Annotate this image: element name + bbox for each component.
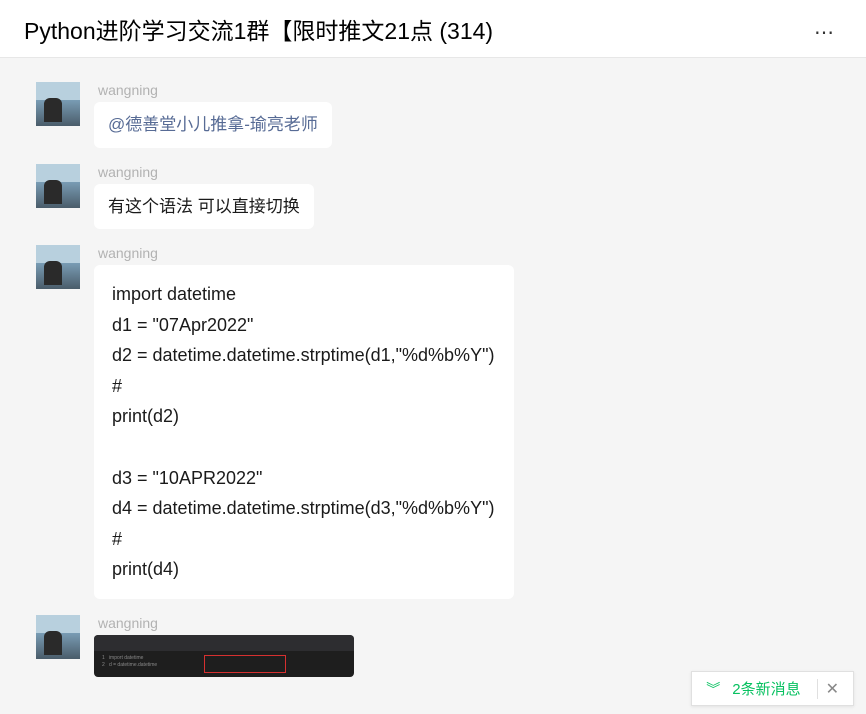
double-arrow-down-icon: ︾	[706, 679, 720, 699]
chat-title: Python进阶学习交流1群【限时推文21点 (314)	[24, 12, 493, 46]
message-row: wangning import datetime d1 = "07Apr2022…	[0, 237, 866, 607]
message-content: wangning @德善堂小儿推拿-瑜亮老师	[94, 82, 332, 148]
username-label: wangning	[98, 245, 514, 261]
new-message-notification[interactable]: ︾ 2条新消息 ✕	[691, 671, 854, 706]
message-content: wangning import datetime d1 = "07Apr2022…	[94, 245, 514, 599]
notification-text: 2条新消息	[732, 678, 800, 699]
message-row: wangning 有这个语法 可以直接切换	[0, 156, 866, 238]
mention-text[interactable]: @德善堂小儿推拿-瑜亮老师	[108, 115, 318, 134]
chat-header: Python进阶学习交流1群【限时推文21点 (314) ⋯	[0, 0, 866, 58]
highlight-box	[204, 655, 286, 673]
image-bubble[interactable]: 1 import datetime2 d = datetime.datetime	[94, 635, 354, 677]
close-icon[interactable]: ✕	[817, 679, 839, 699]
message-bubble[interactable]: @德善堂小儿推拿-瑜亮老师	[94, 102, 332, 148]
chat-messages: wangning @德善堂小儿推拿-瑜亮老师 wangning 有这个语法 可以…	[0, 58, 866, 714]
username-label: wangning	[98, 615, 354, 631]
message-content: wangning 1 import datetime2 d = datetime…	[94, 615, 354, 677]
avatar[interactable]	[36, 164, 80, 208]
message-row: wangning @德善堂小儿推拿-瑜亮老师	[0, 74, 866, 156]
username-label: wangning	[98, 164, 314, 180]
more-icon[interactable]: ⋯	[814, 20, 842, 45]
username-label: wangning	[98, 82, 332, 98]
message-content: wangning 有这个语法 可以直接切换	[94, 164, 314, 230]
code-bubble[interactable]: import datetime d1 = "07Apr2022" d2 = da…	[94, 265, 514, 599]
avatar[interactable]	[36, 245, 80, 289]
avatar[interactable]	[36, 82, 80, 126]
avatar[interactable]	[36, 615, 80, 659]
message-bubble[interactable]: 有这个语法 可以直接切换	[94, 184, 314, 230]
